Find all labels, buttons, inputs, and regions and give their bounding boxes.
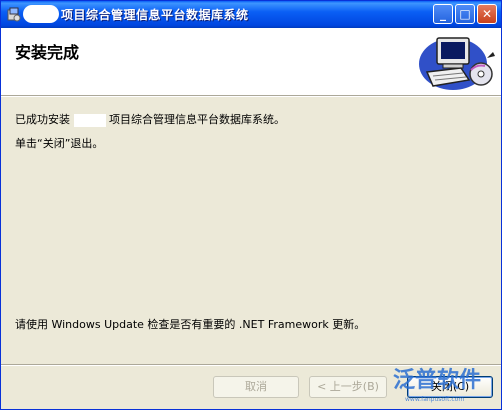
minimize-icon: _ (440, 7, 446, 21)
success-suffix: 项目综合管理信息平台数据库系统。 (109, 113, 285, 126)
installer-icon (7, 7, 21, 22)
installer-window: 项目综合管理信息平台数据库系统 _ □ ✕ 安装完成 已成功安装 项目综合管理信… (0, 0, 502, 410)
computer-cd-icon (419, 37, 495, 90)
maximize-icon: □ (459, 7, 471, 21)
header-divider (1, 95, 501, 97)
minimize-button[interactable]: _ (433, 4, 453, 24)
close-button[interactable]: 关闭(C) (407, 376, 493, 398)
window-title: 项目综合管理信息平台数据库系统 (61, 8, 249, 22)
cancel-button[interactable]: 取消 (213, 376, 299, 398)
footer-divider (1, 364, 501, 366)
close-icon: ✕ (481, 7, 493, 21)
page-title: 安装完成 (15, 43, 80, 62)
back-button[interactable]: < 上一步(B) (309, 376, 387, 398)
install-success-message: 已成功安装 项目综合管理信息平台数据库系统。 (15, 111, 285, 127)
update-note: 请使用 Windows Update 检查是否有重要的 .NET Framewo… (15, 318, 366, 331)
wizard-header: 安装完成 (1, 28, 501, 95)
close-window-button[interactable]: ✕ (477, 4, 497, 24)
success-prefix: 已成功安装 (15, 113, 70, 126)
redacted-product-name (73, 113, 106, 127)
title-bar[interactable]: 项目综合管理信息平台数据库系统 _ □ ✕ (1, 1, 501, 28)
exit-instruction: 单击“关闭”退出。 (15, 137, 104, 150)
maximize-button[interactable]: □ (455, 4, 475, 24)
redacted-title-prefix (23, 5, 59, 23)
